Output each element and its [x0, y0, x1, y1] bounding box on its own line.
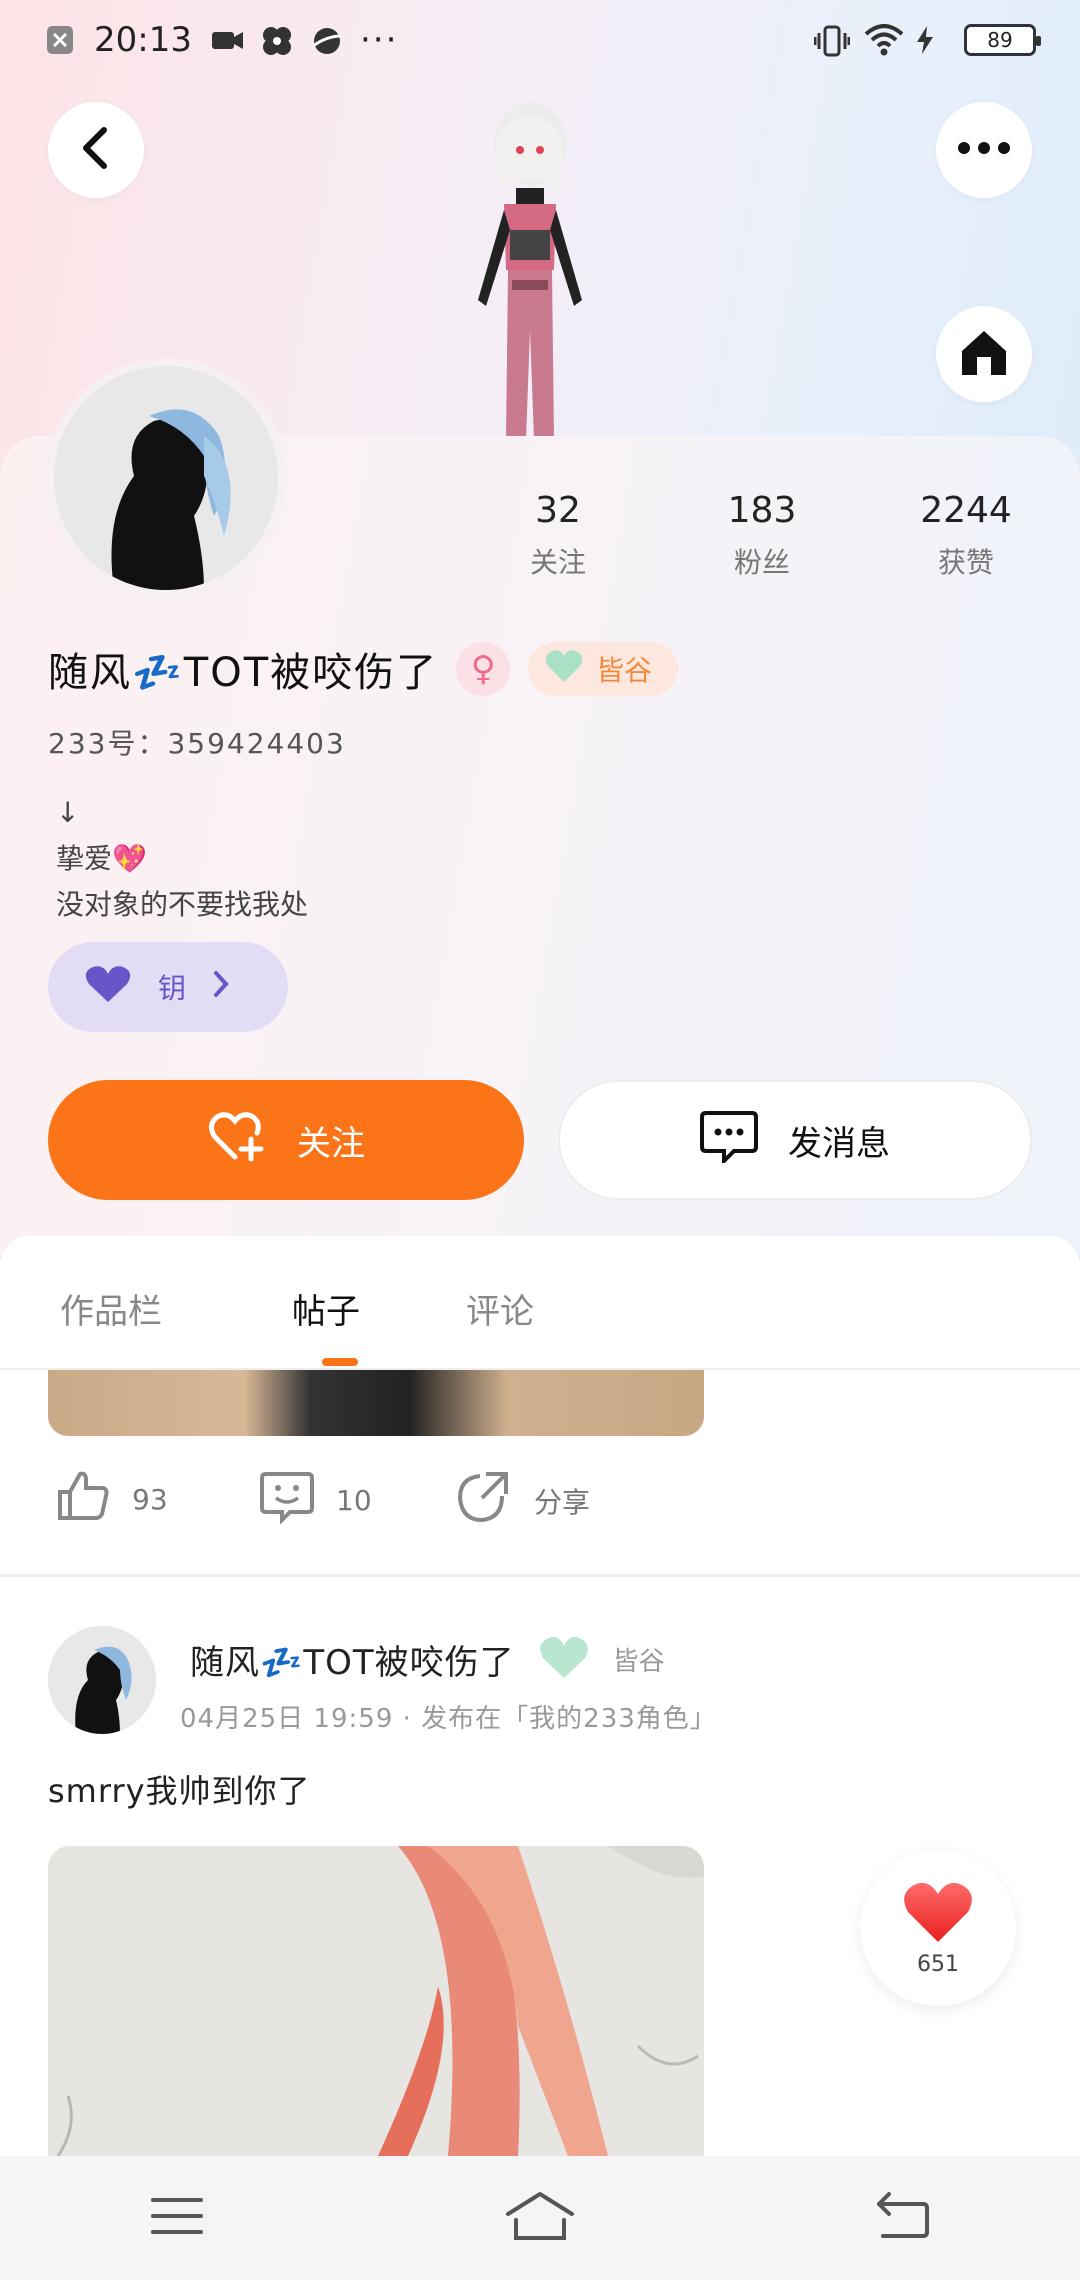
planet-icon [310, 24, 342, 56]
following-count: 32 [535, 490, 581, 531]
chat-bubble-icon [700, 1109, 758, 1172]
share-label: 分享 [534, 1485, 591, 1519]
name-row: 随风💤TOT被咬伤了 ♀ 皆谷 [48, 640, 679, 698]
menu-icon[interactable] [149, 2194, 205, 2242]
female-icon: ♀ [470, 649, 496, 689]
purple-heart-icon [84, 964, 132, 1011]
likes-received-label: 获赞 [937, 546, 994, 579]
likes-received-count: 2244 [920, 490, 1012, 531]
floating-like-count: 651 [917, 1951, 959, 1977]
profile-name: 随风💤TOT被咬伤了 [48, 650, 439, 696]
back-nav-icon[interactable] [875, 2192, 931, 2244]
comment-count: 10 [336, 1484, 372, 1517]
post-meta: 04月25日 19:59 · 发布在「我的233角色」 [180, 1704, 717, 1734]
pinwheel-icon [260, 24, 292, 56]
gender-badge: ♀ [456, 642, 511, 696]
previous-post-actions: 93 10 分享 [48, 1470, 1048, 1540]
thumbs-up-icon [56, 1470, 110, 1529]
floating-like-button[interactable]: 651 [860, 1850, 1016, 2006]
fans-label: 粉丝 [733, 546, 790, 579]
previous-post-image[interactable] [48, 1370, 704, 1436]
post-author-tag: 皆谷 [612, 1646, 665, 1677]
heart-plus-icon [207, 1109, 267, 1172]
post-author-avatar[interactable] [48, 1626, 156, 1734]
video-icon [210, 24, 243, 56]
send-message-button[interactable]: 发消息 [558, 1080, 1032, 1200]
bio-line: ↓ [56, 796, 80, 829]
green-heart-icon [544, 648, 584, 691]
profile-bio: ↓ 挚爱💖 没对象的不要找我处 [56, 790, 308, 928]
battery-level: 89 [987, 28, 1013, 52]
post-author-row: 随风💤TOT被咬伤了 皆谷 [190, 1634, 665, 1684]
send-message-label: 发消息 [788, 1123, 890, 1164]
vip-badge-button[interactable]: 钥 [48, 942, 288, 1032]
stat-fans[interactable]: 183 粉丝 [682, 490, 842, 581]
vip-label: 钥 [158, 972, 187, 1005]
chevron-right-icon [212, 970, 230, 1005]
follow-label: 关注 [297, 1123, 365, 1164]
share-action[interactable]: 分享 [456, 1470, 590, 1531]
tab-works[interactable]: 作品栏 [60, 1284, 162, 1333]
bio-line: 没对象的不要找我处 [56, 888, 309, 921]
active-tab-indicator [322, 1358, 358, 1366]
profile-avatar[interactable] [46, 358, 286, 598]
profile-tag-label: 皆谷 [596, 654, 653, 687]
avatar-3d-figure[interactable] [430, 80, 630, 440]
chevron-left-icon [76, 126, 116, 174]
like-action[interactable]: 93 [56, 1470, 168, 1529]
content-tabs: 作品栏 帖子 评论 [0, 1236, 1080, 1370]
share-icon [456, 1470, 512, 1531]
follow-button[interactable]: 关注 [48, 1080, 524, 1200]
tab-posts[interactable]: 帖子 [292, 1284, 360, 1333]
home-icon [958, 327, 1010, 381]
green-heart-icon [537, 1634, 591, 1684]
charging-icon [914, 24, 946, 56]
following-label: 关注 [529, 546, 586, 579]
comment-face-icon [260, 1470, 314, 1531]
more-dots-icon [956, 140, 1012, 160]
post-divider [0, 1574, 1080, 1577]
like-count: 93 [132, 1483, 168, 1516]
status-bar: 20:13 ··· 89 [0, 0, 1080, 80]
profile-tag[interactable]: 皆谷 [528, 642, 679, 696]
wifi-icon [864, 24, 904, 56]
post-image[interactable] [48, 1846, 704, 2156]
status-time: 20:13 [94, 20, 192, 60]
tab-comments[interactable]: 评论 [466, 1284, 534, 1333]
comment-action[interactable]: 10 [260, 1470, 372, 1531]
vibrate-icon [813, 24, 851, 57]
status-more: ··· [359, 20, 399, 60]
bio-line: 挚爱💖 [56, 842, 147, 875]
home-nav-icon[interactable] [504, 2190, 576, 2246]
fans-count: 183 [727, 490, 797, 531]
more-options-button[interactable] [936, 102, 1032, 198]
user-id: 233号：359424403 [48, 727, 346, 760]
notification-close-icon [44, 24, 76, 56]
red-heart-icon [902, 1880, 974, 1948]
stat-following[interactable]: 32 关注 [478, 490, 638, 581]
post-author-name[interactable]: 随风💤TOT被咬伤了 [190, 1635, 515, 1684]
post-text: smrry我帅到你了 [48, 1772, 311, 1810]
stat-likes[interactable]: 2244 获赞 [886, 490, 1046, 581]
back-button[interactable] [48, 102, 144, 198]
home-button[interactable] [936, 306, 1032, 402]
battery-indicator: 89 [964, 24, 1041, 56]
system-navigation-bar [0, 2156, 1080, 2280]
